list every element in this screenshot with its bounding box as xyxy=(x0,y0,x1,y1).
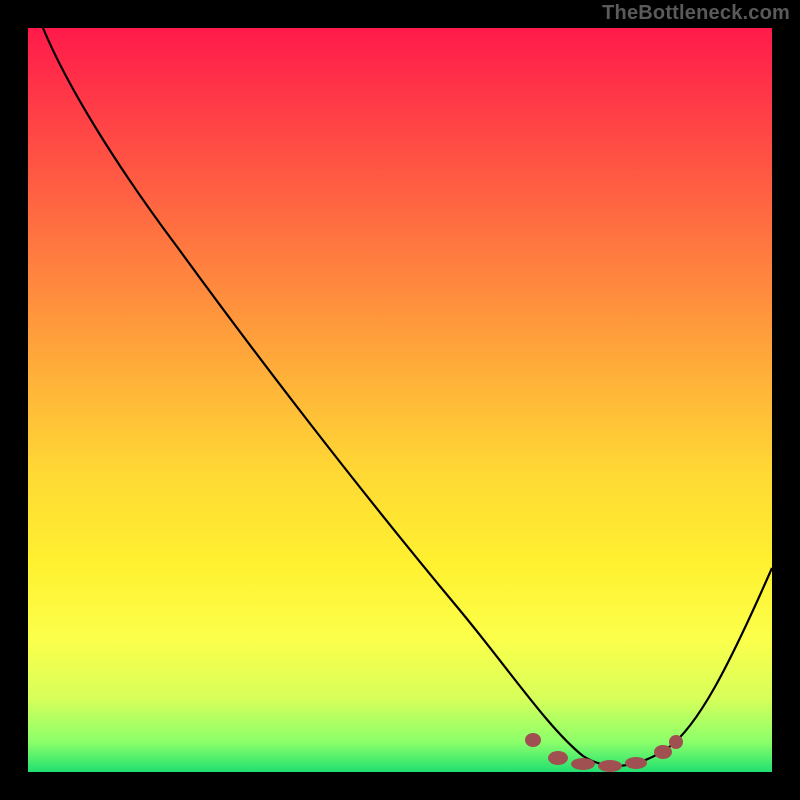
watermark-text: TheBottleneck.com xyxy=(602,2,790,25)
chart-frame: TheBottleneck.com xyxy=(0,0,800,800)
bottleneck-curve xyxy=(43,28,772,766)
highlight-band xyxy=(525,733,683,772)
curve-layer xyxy=(28,28,772,772)
plot-area xyxy=(28,28,772,772)
